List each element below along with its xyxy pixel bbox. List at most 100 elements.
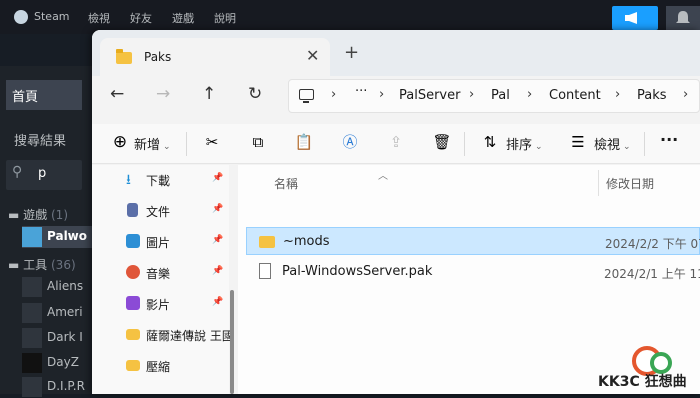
steam-menu-games[interactable]: 遊戲 [172, 10, 194, 26]
steam-home-button[interactable]: 首頁 [6, 80, 82, 110]
column-divider[interactable] [598, 170, 599, 196]
file-explorer-window: Paks ✕ + ← → ↑ ↻ › ··· › PalServer › Pal… [92, 30, 700, 394]
tool-thumbnail [22, 328, 42, 348]
watermark-logo: KK3C 狂想曲 [592, 346, 700, 394]
nav-item-documents[interactable]: 文件 📌 [122, 197, 230, 225]
rename-icon[interactable]: Ⓐ [340, 132, 360, 152]
steam-section-games[interactable]: ▬ 遊戲 (1) [8, 206, 68, 223]
steam-navbar: ← → 商 [0, 34, 92, 97]
back-button[interactable]: ← [110, 84, 124, 104]
computer-icon [299, 89, 314, 103]
nav-item-compressed-folder[interactable]: 壓縮 [122, 352, 230, 380]
steam-announce-button[interactable] [612, 6, 658, 30]
chevron-right-icon: › [331, 87, 337, 102]
sort-button[interactable]: 排序 ⌄ [506, 134, 543, 153]
steam-menu-help[interactable]: 說明 [214, 10, 236, 26]
steam-game-item[interactable]: Palwo [22, 226, 92, 248]
section-count: (1) [51, 208, 68, 222]
steam-tool-item[interactable]: D.I.P.R [22, 376, 92, 398]
sort-icon: ⇅ [483, 133, 497, 151]
cut-icon[interactable]: ✂ [202, 132, 222, 152]
breadcrumb-pal[interactable]: Pal [491, 88, 510, 103]
breadcrumb-content[interactable]: Content [549, 88, 601, 103]
megaphone-icon [625, 12, 637, 24]
view-list-icon: ☰ [571, 133, 585, 151]
tool-name: D.I.P.R [47, 379, 85, 393]
share-icon[interactable]: ⇪ [386, 132, 406, 152]
new-plus-icon: ⊕ [112, 132, 128, 152]
tool-name: Aliens [47, 279, 84, 293]
folder-icon [126, 329, 140, 340]
folder-icon [259, 236, 275, 248]
close-tab-icon[interactable]: ✕ [306, 46, 319, 65]
more-options-button[interactable]: ··· [660, 130, 678, 149]
steam-notification-button[interactable] [666, 6, 700, 30]
nav-item-downloads[interactable]: ⭳ 下載 📌 [122, 166, 230, 194]
tool-thumbnail [22, 303, 42, 323]
paste-icon[interactable]: 📋 [294, 132, 314, 152]
new-label: 新增 [134, 138, 161, 153]
collapse-icon: ▬ [8, 258, 24, 272]
steam-tool-item[interactable]: Aliens [22, 276, 92, 298]
copy-icon[interactable]: ⧉ [248, 132, 268, 152]
file-date: 2024/2/2 下午 07:58 [605, 237, 700, 251]
chevron-down-icon: ⌄ [535, 142, 543, 152]
tab-strip: Paks ✕ + [92, 30, 700, 76]
navigation-pane: ⭳ 下載 📌 文件 📌 圖片 📌 音樂 📌 影片 📌 薩爾達傳說 王國 壓縮 [92, 165, 234, 394]
refresh-button[interactable]: ↻ [248, 84, 262, 104]
steam-logo-icon [14, 10, 28, 24]
navigation-scrollbar[interactable] [230, 290, 234, 394]
address-bar[interactable]: › ··· › PalServer › Pal › Content › Paks… [288, 79, 700, 113]
column-header-modified[interactable]: 修改日期 [606, 175, 654, 192]
nav-item-videos[interactable]: 影片 📌 [122, 290, 230, 318]
tool-thumbnail [22, 277, 42, 297]
nav-item-pictures[interactable]: 圖片 📌 [122, 228, 230, 256]
game-name: Palwo [47, 229, 88, 243]
steam-menu-friends[interactable]: 好友 [130, 10, 152, 26]
column-header-name[interactable]: 名稱 [274, 175, 298, 192]
nav-item-label: 圖片 [146, 236, 171, 250]
file-date: 2024/2/1 上午 11:10 [604, 267, 700, 281]
nav-item-zelda-folder[interactable]: 薩爾達傳說 王國 [122, 321, 234, 349]
nav-item-music[interactable]: 音樂 📌 [122, 259, 230, 287]
pin-icon: 📌 [212, 297, 224, 307]
sort-ascending-icon: ︿ [378, 171, 388, 182]
new-button[interactable]: 新增 ⌄ [134, 134, 171, 153]
music-icon [126, 265, 140, 279]
steam-section-tools[interactable]: ▬ 工具 (36) [8, 256, 76, 273]
pin-icon: 📌 [212, 173, 224, 183]
breadcrumb-paks[interactable]: Paks [637, 88, 667, 103]
video-icon [126, 296, 140, 310]
file-row[interactable]: ~mods 2024/2/2 下午 07:58 檔案資料 [246, 227, 700, 255]
breadcrumb-palserver[interactable]: PalServer [399, 88, 460, 103]
download-icon: ⭳ [126, 172, 131, 188]
new-tab-button[interactable]: + [344, 42, 359, 63]
section-label: 遊戲 [23, 208, 48, 222]
tab-paks[interactable]: Paks ✕ [100, 38, 330, 76]
nav-item-label: 壓縮 [146, 360, 171, 374]
steam-menu-brand[interactable]: Steam [34, 10, 70, 23]
address-row: ← → ↑ ↻ › ··· › PalServer › Pal › Conten… [92, 76, 700, 124]
bell-icon [676, 11, 690, 23]
steam-tool-item[interactable]: DayZ [22, 352, 92, 374]
toolbar-divider [644, 132, 645, 156]
pin-icon: 📌 [212, 204, 224, 214]
breadcrumb-overflow[interactable]: ··· [355, 84, 367, 99]
chevron-right-icon: › [379, 87, 385, 102]
delete-icon[interactable]: 🗑 [432, 132, 452, 152]
steam-tool-item[interactable]: Dark I [22, 327, 92, 349]
steam-tool-item[interactable]: Ameri [22, 302, 92, 324]
view-button[interactable]: 檢視 ⌄ [594, 134, 631, 153]
steam-search-value: p [38, 166, 47, 181]
chevron-right-icon: › [615, 87, 621, 102]
up-button[interactable]: ↑ [202, 84, 216, 104]
chevron-down-icon: ⌄ [623, 142, 631, 152]
section-label: 工具 [23, 258, 48, 272]
file-name: Pal-WindowsServer.pak [282, 264, 433, 279]
toolbar-divider [186, 132, 187, 156]
pin-icon: 📌 [212, 266, 224, 276]
steam-menu-view[interactable]: 檢視 [88, 10, 110, 26]
file-row[interactable]: Pal-WindowsServer.pak 2024/2/1 上午 11:10 … [246, 258, 700, 286]
folder-icon [126, 360, 140, 371]
forward-button[interactable]: → [156, 84, 170, 104]
